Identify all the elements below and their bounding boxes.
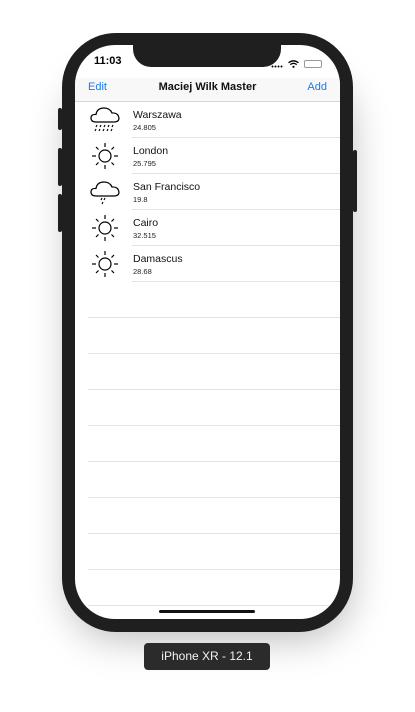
add-button[interactable]: Add bbox=[307, 81, 327, 93]
table-row[interactable]: London 25.795 bbox=[75, 138, 340, 174]
mute-switch bbox=[58, 108, 62, 130]
volume-up-button bbox=[58, 148, 62, 186]
city-name: Damascus bbox=[133, 253, 183, 265]
city-name: San Francisco bbox=[133, 181, 201, 193]
city-name: Warszawa bbox=[133, 109, 182, 121]
sun-icon bbox=[89, 141, 121, 171]
empty-row bbox=[75, 318, 340, 354]
signal-icon bbox=[271, 55, 283, 73]
temperature: 19.8 bbox=[133, 195, 148, 204]
wifi-icon bbox=[288, 55, 299, 73]
battery-icon bbox=[304, 60, 322, 68]
side-button bbox=[353, 150, 357, 212]
table-row[interactable]: Cairo 32.515 bbox=[75, 210, 340, 246]
heavy-rain-icon bbox=[89, 105, 121, 135]
table-row[interactable]: Warszawa 24.805 bbox=[75, 102, 340, 138]
city-name: Cairo bbox=[133, 217, 159, 229]
screen: 11:03 Edit Maciej Wilk Master Add Warsza… bbox=[75, 45, 340, 619]
empty-row bbox=[75, 570, 340, 606]
navigation-bar: Edit Maciej Wilk Master Add bbox=[75, 78, 340, 102]
empty-row bbox=[75, 534, 340, 570]
temperature: 32.515 bbox=[133, 231, 156, 240]
row-separator bbox=[88, 605, 340, 606]
empty-row bbox=[75, 426, 340, 462]
page-title: Maciej Wilk Master bbox=[158, 81, 257, 93]
table-row[interactable]: San Francisco 19.8 bbox=[75, 174, 340, 210]
temperature: 28.68 bbox=[133, 267, 152, 276]
device-label: iPhone XR - 12.1 bbox=[144, 643, 270, 670]
notch bbox=[133, 45, 281, 67]
table-row[interactable]: Damascus 28.68 bbox=[75, 246, 340, 282]
empty-row bbox=[75, 282, 340, 318]
status-time: 11:03 bbox=[94, 55, 122, 67]
city-name: London bbox=[133, 145, 169, 157]
temperature: 24.805 bbox=[133, 123, 156, 132]
volume-down-button bbox=[58, 194, 62, 232]
home-indicator[interactable] bbox=[159, 610, 255, 613]
status-icons bbox=[271, 55, 322, 73]
empty-row bbox=[75, 354, 340, 390]
empty-row bbox=[75, 498, 340, 534]
empty-row bbox=[75, 390, 340, 426]
city-list: Warszawa 24.805 London 25.795 San Franci… bbox=[75, 102, 340, 606]
empty-row bbox=[75, 462, 340, 498]
light-rain-icon bbox=[89, 177, 121, 207]
sun-icon bbox=[89, 249, 121, 279]
sun-icon bbox=[89, 213, 121, 243]
temperature: 25.795 bbox=[133, 159, 156, 168]
